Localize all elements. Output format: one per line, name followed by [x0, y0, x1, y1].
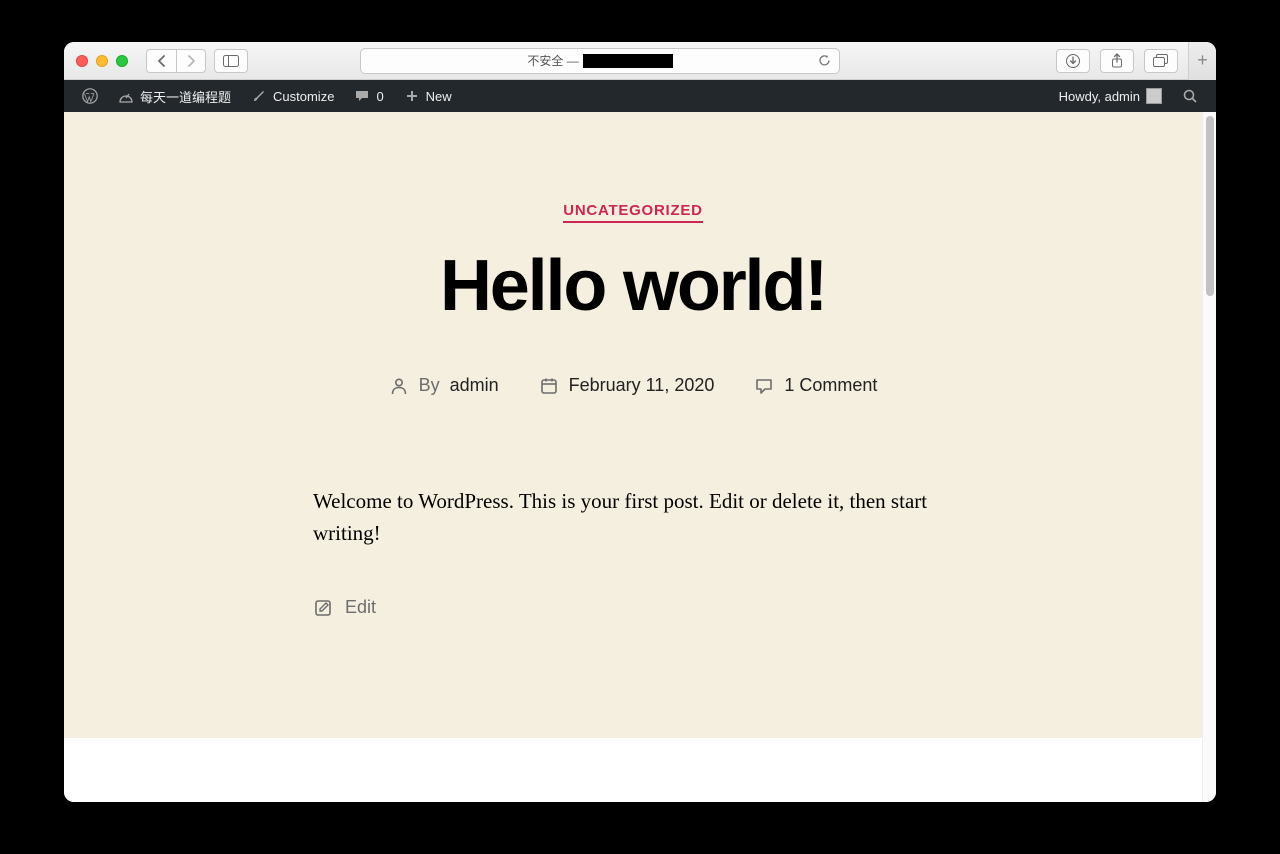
browser-window: 不安全 — + — [64, 42, 1216, 802]
sidebar-icon — [223, 55, 239, 67]
share-button[interactable] — [1100, 49, 1134, 73]
wp-logo-menu[interactable] — [72, 80, 108, 112]
post-category: UNCATEGORIZED — [104, 202, 1162, 219]
account-menu[interactable]: Howdy, admin — [1049, 80, 1172, 112]
new-content-menu[interactable]: New — [394, 80, 462, 112]
titlebar-right: + — [1056, 42, 1204, 80]
category-link[interactable]: UNCATEGORIZED — [563, 202, 702, 223]
post-author: By admin — [389, 375, 499, 396]
address-bar[interactable]: 不安全 — — [360, 48, 840, 74]
comments-link[interactable]: 1 Comment — [784, 375, 877, 396]
back-button[interactable] — [146, 49, 176, 73]
nav-buttons — [146, 49, 206, 73]
search-icon — [1182, 88, 1198, 104]
avatar — [1146, 88, 1162, 104]
tabs-icon — [1153, 54, 1169, 68]
safari-titlebar: 不安全 — + — [64, 42, 1216, 80]
downloads-button[interactable] — [1056, 49, 1090, 73]
site-name-label: 每天一道编程题 — [140, 87, 231, 106]
new-tab-button[interactable]: + — [1188, 42, 1216, 80]
date-link[interactable]: February 11, 2020 — [569, 375, 715, 396]
address-prefix: 不安全 — — [527, 52, 578, 69]
edit-post-link[interactable]: Edit — [313, 597, 953, 618]
minimize-window-button[interactable] — [96, 55, 108, 67]
person-icon — [389, 376, 409, 396]
tabs-button[interactable] — [1144, 49, 1178, 73]
brush-icon — [251, 88, 267, 104]
post-meta: By admin February 11, 2020 1 Comment — [104, 375, 1162, 396]
share-icon — [1110, 53, 1124, 69]
edit-label: Edit — [345, 597, 376, 618]
by-label: By — [419, 375, 440, 396]
fullscreen-window-button[interactable] — [116, 55, 128, 67]
chevron-right-icon — [186, 55, 196, 67]
new-label: New — [426, 89, 452, 104]
comments-link[interactable]: 0 — [344, 80, 393, 112]
download-icon — [1065, 53, 1081, 69]
page-content: UNCATEGORIZED Hello world! By admin Febr… — [64, 112, 1202, 802]
search-toggle[interactable] — [1172, 80, 1208, 112]
wp-admin-bar: 每天一道编程题 Customize 0 New Howdy, admin — [64, 80, 1216, 112]
plus-icon — [404, 88, 420, 104]
article: UNCATEGORIZED Hello world! By admin Febr… — [64, 112, 1202, 738]
post-comments: 1 Comment — [754, 375, 877, 396]
close-window-button[interactable] — [76, 55, 88, 67]
dashboard-icon — [118, 88, 134, 104]
wordpress-icon — [82, 88, 98, 104]
author-link[interactable]: admin — [450, 375, 499, 396]
footer-area — [64, 738, 1202, 802]
greeting-label: Howdy, admin — [1059, 89, 1140, 104]
calendar-icon — [539, 376, 559, 396]
scrollbar[interactable] — [1202, 112, 1216, 802]
page-viewport: UNCATEGORIZED Hello world! By admin Febr… — [64, 112, 1216, 802]
edit-icon — [313, 598, 333, 618]
comment-icon — [354, 88, 370, 104]
site-name-menu[interactable]: 每天一道编程题 — [108, 80, 241, 112]
comment-bubble-icon — [754, 376, 774, 396]
post-title: Hello world! — [104, 245, 1162, 327]
scroll-thumb[interactable] — [1206, 116, 1214, 296]
reload-icon — [818, 54, 831, 67]
sidebar-toggle-button[interactable] — [214, 49, 248, 73]
post-date: February 11, 2020 — [539, 375, 715, 396]
post-body: Welcome to WordPress. This is your first… — [313, 486, 953, 549]
customize-label: Customize — [273, 89, 334, 104]
customize-link[interactable]: Customize — [241, 80, 344, 112]
reload-button[interactable] — [818, 54, 831, 67]
window-controls — [76, 55, 128, 67]
comment-count: 0 — [376, 89, 383, 104]
address-redacted — [583, 54, 673, 68]
forward-button[interactable] — [176, 49, 206, 73]
chevron-left-icon — [157, 55, 167, 67]
